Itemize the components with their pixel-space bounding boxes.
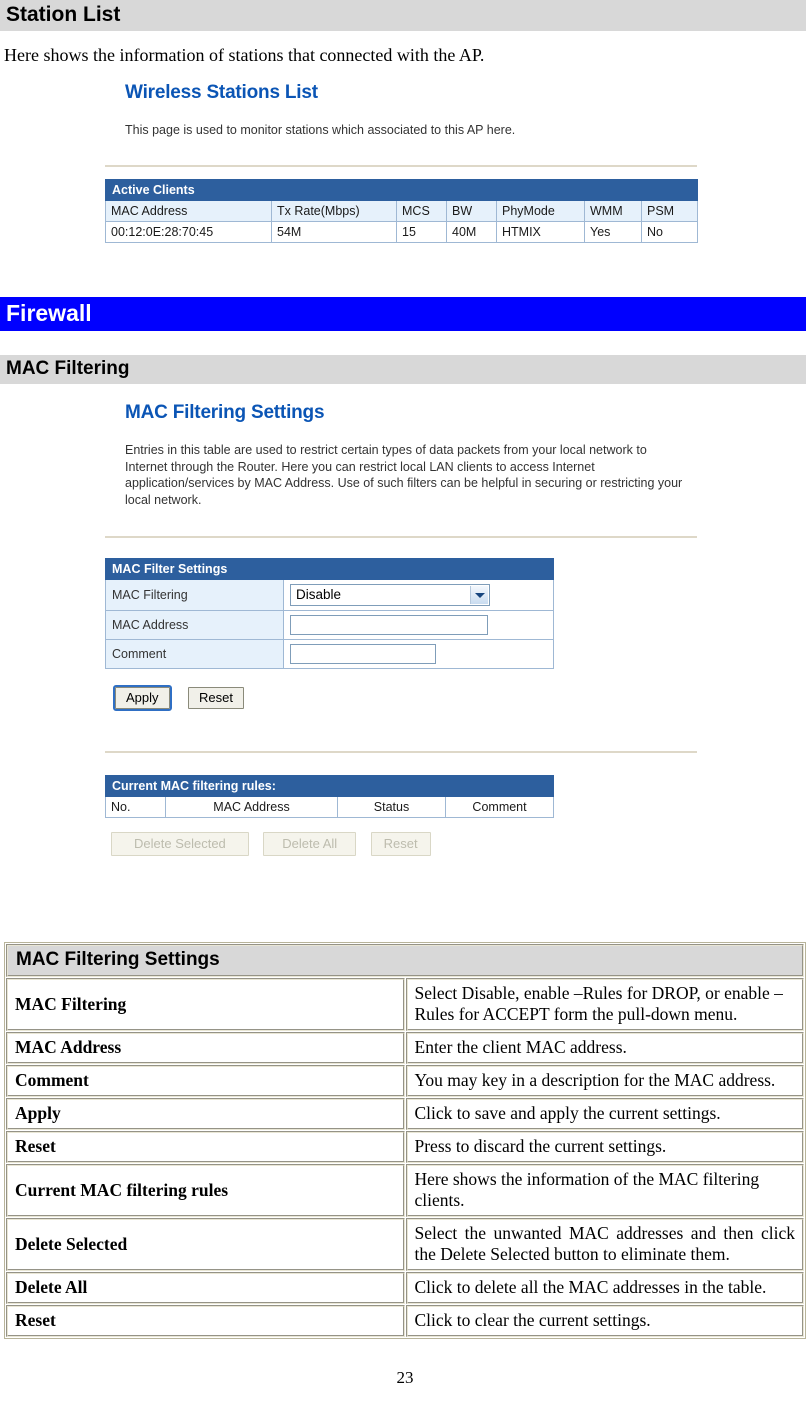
column-header-no: No. xyxy=(105,796,166,818)
column-header-mac-address: MAC Address xyxy=(105,199,272,222)
row-value-reset: Press to discard the current settings. xyxy=(405,1131,804,1163)
mac-filtering-select[interactable]: Disable xyxy=(290,584,490,606)
column-header-status: Status xyxy=(337,796,446,818)
cell-mac-address: 00:12:0E:28:70:45 xyxy=(105,220,272,243)
screenshot-divider-macfilter-top xyxy=(105,536,697,538)
column-header-rule-comment: Comment xyxy=(444,796,555,818)
row-value-mac-address: Enter the client MAC address. xyxy=(405,1032,804,1064)
row-key-comment: Comment xyxy=(6,1065,405,1097)
screenshot-title-mac-filtering-settings: MAC Filtering Settings xyxy=(125,402,325,423)
row-value-comment: You may key in a description for the MAC… xyxy=(405,1065,804,1097)
screenshot-title-wireless-stations-list: Wireless Stations List xyxy=(125,82,318,103)
delete-all-button[interactable]: Delete All xyxy=(263,832,357,856)
table-row: MAC Filtering Select Disable, enable –Ru… xyxy=(6,978,804,1031)
table-row: Delete Selected Select the unwanted MAC … xyxy=(6,1218,804,1271)
screenshot-divider-stations xyxy=(105,164,697,167)
rules-button-group: Delete Selected Delete All Reset xyxy=(111,832,705,856)
cell-psm: No xyxy=(640,220,699,243)
mac-filter-settings-band: MAC Filter Settings xyxy=(104,558,555,580)
column-header-phymode: PhyMode xyxy=(496,199,585,222)
page-number: 23 xyxy=(396,1368,414,1387)
mac-filter-settings-band-title: MAC Filter Settings xyxy=(104,558,555,580)
station-list-intro-text: Here shows the information of stations t… xyxy=(4,45,485,65)
row-key-apply: Apply xyxy=(6,1098,405,1130)
table-header-row: MAC Filtering Settings xyxy=(6,944,804,977)
active-clients-band: Active Clients xyxy=(104,178,699,201)
row-value-mac-filtering: Select Disable, enable –Rules for DROP, … xyxy=(405,978,804,1031)
row-key-reset: Reset xyxy=(6,1131,405,1163)
cell-wmm: Yes xyxy=(584,220,642,243)
table-row: Comment You may key in a description for… xyxy=(6,1065,804,1097)
label-comment: Comment xyxy=(105,639,284,669)
row-value-current-mac-filtering-rules: Here shows the information of the MAC fi… xyxy=(405,1164,804,1217)
cell-mcs: 15 xyxy=(396,220,447,243)
wireless-stations-list-screenshot: Wireless Stations List This page is used… xyxy=(97,70,705,243)
column-header-tx-rate: Tx Rate(Mbps) xyxy=(271,199,397,222)
row-key-delete-selected: Delete Selected xyxy=(6,1218,405,1271)
screenshot-divider-macfilter-bottom xyxy=(105,751,697,753)
current-rules-band-title: Current MAC filtering rules: xyxy=(104,775,555,797)
section-heading-station-list: Station List xyxy=(0,0,806,31)
table-row: 00:12:0E:28:70:45 54M 15 40M HTMIX Yes N… xyxy=(105,220,699,243)
column-header-psm: PSM xyxy=(640,199,699,222)
row-key-reset-clear: Reset xyxy=(6,1305,405,1337)
table-row: Apply Click to save and apply the curren… xyxy=(6,1098,804,1130)
column-header-wmm: WMM xyxy=(584,199,642,222)
table-row: MAC Address Enter the client MAC address… xyxy=(6,1032,804,1064)
row-mac-filtering: MAC Filtering Disable xyxy=(105,579,555,611)
table-row: Current MAC filtering rules Here shows t… xyxy=(6,1164,804,1217)
table-row: Reset Click to clear the current setting… xyxy=(6,1305,804,1337)
row-value-delete-selected: Select the unwanted MAC addresses and th… xyxy=(405,1218,804,1271)
comment-input[interactable] xyxy=(290,644,436,664)
row-comment: Comment xyxy=(105,639,555,669)
column-header-rule-mac-address: MAC Address xyxy=(165,796,338,818)
label-mac-filtering: MAC Filtering xyxy=(105,579,284,611)
form-button-group: Apply Reset xyxy=(113,685,705,711)
row-key-mac-address: MAC Address xyxy=(6,1032,405,1064)
screenshot-description-mac-filtering: Entries in this table are used to restri… xyxy=(125,443,683,507)
active-clients-band-title: Active Clients xyxy=(104,178,699,201)
active-clients-column-header-row: MAC Address Tx Rate(Mbps) MCS BW PhyMode… xyxy=(105,199,699,222)
column-header-mcs: MCS xyxy=(396,199,447,222)
cell-tx-rate: 54M xyxy=(271,220,397,243)
row-key-current-mac-filtering-rules: Current MAC filtering rules xyxy=(6,1164,405,1217)
row-key-delete-all: Delete All xyxy=(6,1272,405,1304)
active-clients-table: Active Clients MAC Address Tx Rate(Mbps)… xyxy=(104,178,699,243)
reset-button[interactable]: Reset xyxy=(187,687,244,709)
description-table-header: MAC Filtering Settings xyxy=(6,944,804,977)
cell-phymode: HTMIX xyxy=(496,220,585,243)
mac-filtering-select-value: Disable xyxy=(296,587,342,602)
current-rules-band: Current MAC filtering rules: xyxy=(104,775,555,797)
table-row: Delete All Click to delete all the MAC a… xyxy=(6,1272,804,1304)
rules-reset-button[interactable]: Reset xyxy=(370,832,431,856)
current-mac-filtering-rules-table: Current MAC filtering rules: No. MAC Add… xyxy=(104,775,555,818)
current-rules-column-header-row: No. MAC Address Status Comment xyxy=(105,796,555,818)
row-value-reset-clear: Click to clear the current settings. xyxy=(405,1305,804,1337)
chevron-down-icon xyxy=(470,586,488,604)
cell-bw: 40M xyxy=(446,220,497,243)
row-mac-address: MAC Address xyxy=(105,610,555,640)
mac-address-input[interactable] xyxy=(290,615,488,635)
mac-filtering-settings-screenshot: MAC Filtering Settings Entries in this t… xyxy=(97,390,705,856)
mac-filter-settings-table: MAC Filter Settings MAC Filtering Disabl… xyxy=(104,558,555,669)
section-heading-firewall: Firewall xyxy=(0,297,806,331)
field-cell-mac-filtering: Disable xyxy=(282,579,555,611)
table-row: Reset Press to discard the current setti… xyxy=(6,1131,804,1163)
section-heading-mac-filtering: MAC Filtering xyxy=(0,355,806,384)
mac-filtering-description-table: MAC Filtering Settings MAC Filtering Sel… xyxy=(4,942,806,1339)
field-cell-mac-address xyxy=(282,610,555,640)
row-value-apply: Click to save and apply the current sett… xyxy=(405,1098,804,1130)
screenshot-description-wireless-stations: This page is used to monitor stations wh… xyxy=(125,123,516,137)
row-key-mac-filtering: MAC Filtering xyxy=(6,978,405,1031)
delete-selected-button[interactable]: Delete Selected xyxy=(111,832,249,856)
label-mac-address: MAC Address xyxy=(105,610,284,640)
field-cell-comment xyxy=(282,639,555,669)
column-header-bw: BW xyxy=(446,199,497,222)
row-value-delete-all: Click to delete all the MAC addresses in… xyxy=(405,1272,804,1304)
apply-button[interactable]: Apply xyxy=(113,685,172,711)
